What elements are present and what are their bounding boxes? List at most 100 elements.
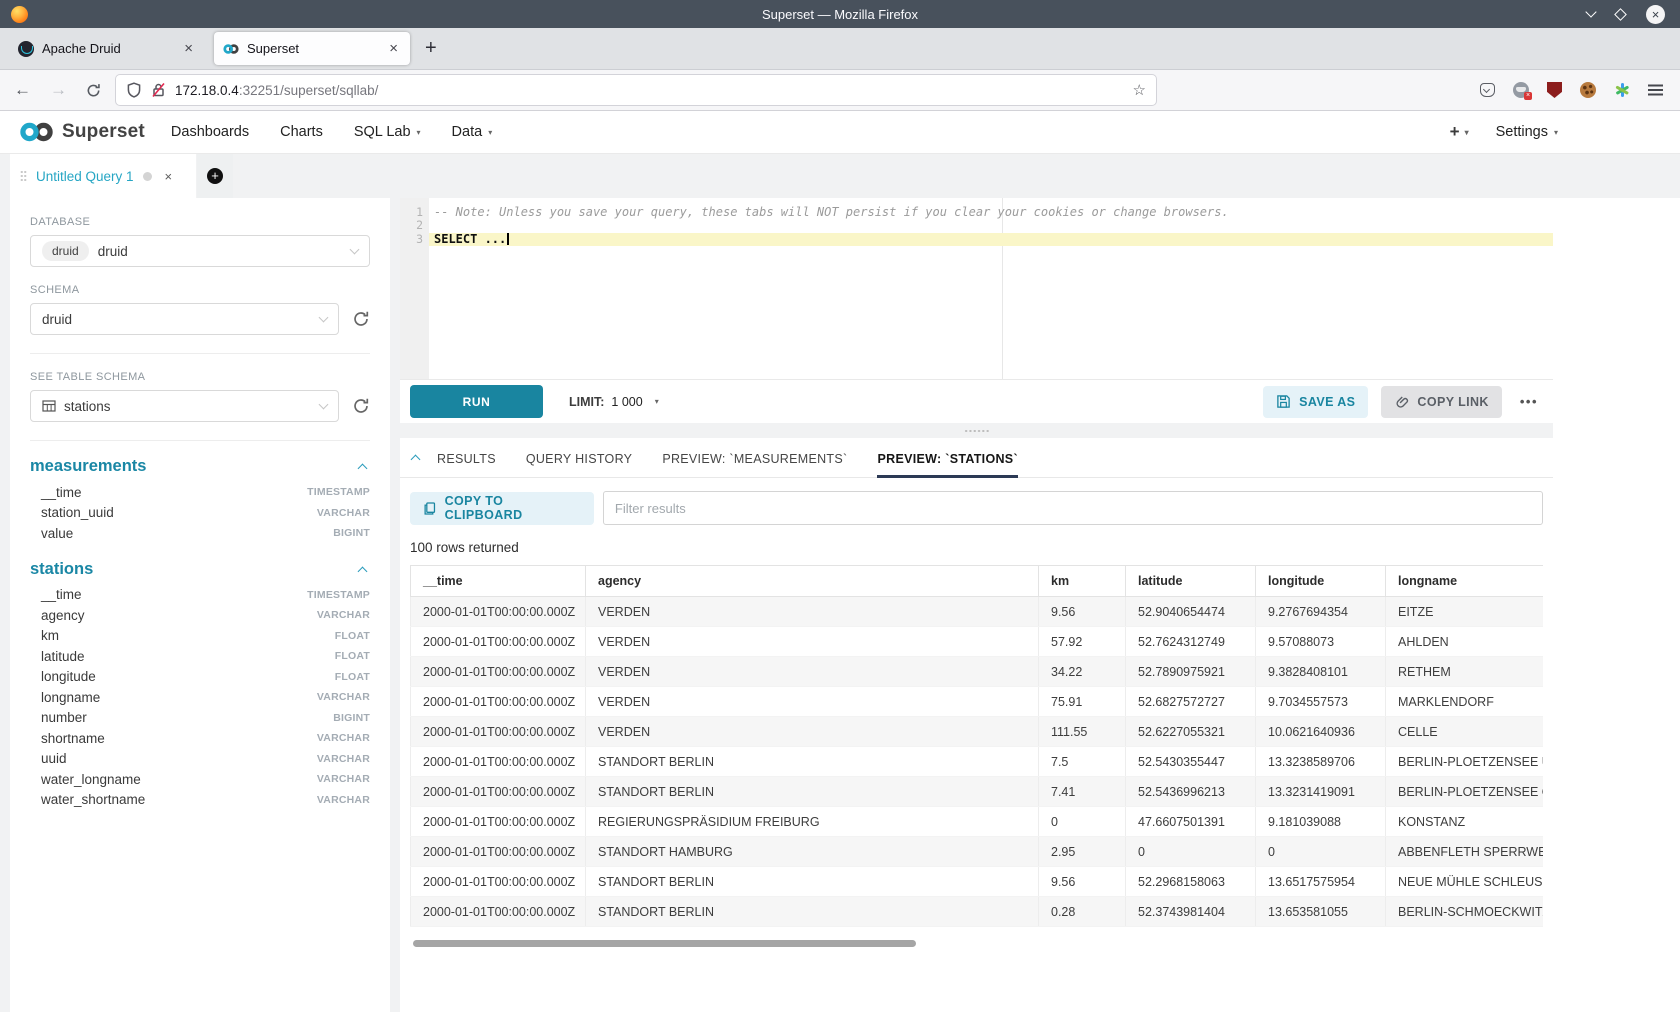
line-number: 2 <box>400 219 423 232</box>
results-tabs: RESULTS QUERY HISTORY PREVIEW: `MEASUREMEN… <box>400 438 1553 478</box>
table-cell: 0.28 <box>1039 897 1126 927</box>
url-bar[interactable]: 172.18.0.4:32251/superset/sqllab/ ☆ <box>116 75 1156 105</box>
nav-item-sql-lab[interactable]: SQL Lab▾ <box>354 124 421 140</box>
column-type: VARCHAR <box>317 507 370 519</box>
results-tab-results[interactable]: RESULTS <box>437 438 496 478</box>
nav-item-charts[interactable]: Charts <box>280 124 323 140</box>
table-header-row: __timeagencykmlatitudelongitudelongname <box>411 566 1544 597</box>
table-cell: 9.181039088 <box>1256 807 1386 837</box>
filter-results-input[interactable] <box>603 491 1543 525</box>
refresh-tables-icon[interactable] <box>352 397 370 415</box>
new-tab-button[interactable]: + <box>425 37 437 60</box>
browser-tab-superset[interactable]: Superset × <box>214 32 410 65</box>
results-table: __timeagencykmlatitudelongitudelongname … <box>410 565 1543 927</box>
query-tab-untitled-query-1[interactable]: Untitled Query 1 × <box>10 154 196 198</box>
url-text[interactable]: 172.18.0.4:32251/superset/sqllab/ <box>175 83 1133 98</box>
collapse-pane-icon[interactable] <box>411 455 421 465</box>
limit-value: 1 000 <box>611 395 642 409</box>
table-select[interactable]: stations <box>30 390 339 422</box>
column-type: FLOAT <box>335 671 370 683</box>
url-host: 172.18.0.4 <box>175 83 239 98</box>
save-as-button[interactable]: SAVE AS <box>1263 386 1368 418</box>
column-header-latitude[interactable]: latitude <box>1126 566 1256 597</box>
bookmark-star-icon[interactable]: ☆ <box>1133 81 1146 99</box>
database-select[interactable]: druid druid <box>30 235 370 267</box>
table-cell: 52.2968158063 <box>1126 867 1256 897</box>
editor-toolbar: RUN LIMIT: 1 000 ▾ SAVE AS COPY LI <box>400 379 1553 423</box>
results-tab-preview-stations[interactable]: PREVIEW: `STATIONS` <box>877 438 1017 478</box>
druid-favicon <box>18 41 34 57</box>
caret-down-icon: ▾ <box>488 128 492 137</box>
copy-to-clipboard-button[interactable]: COPY TO CLIPBOARD <box>410 492 594 525</box>
schema-select[interactable]: druid <box>30 303 339 335</box>
browser-tab-apache-druid[interactable]: Apache Druid × <box>9 32 205 65</box>
table-cell: STANDORT BERLIN <box>586 747 1039 777</box>
results-tab-preview-measurements[interactable]: PREVIEW: `MEASUREMENTS` <box>662 438 847 478</box>
column-header-longitude[interactable]: longitude <box>1256 566 1386 597</box>
column-type: VARCHAR <box>317 794 370 806</box>
table-schema-label: SEE TABLE SCHEMA <box>30 371 370 383</box>
column-header-km[interactable]: km <box>1039 566 1126 597</box>
table-row: 2000-01-01T00:00:00.000ZVERDEN75.9152.68… <box>411 687 1544 717</box>
nav-item-dashboards[interactable]: Dashboards <box>171 124 249 140</box>
pocket-icon[interactable] <box>1480 83 1495 97</box>
insecure-lock-icon[interactable] <box>151 82 166 98</box>
window-minimize-icon[interactable] <box>1585 6 1596 17</box>
copy-link-button[interactable]: COPY LINK <box>1381 386 1501 418</box>
link-icon <box>1394 394 1409 409</box>
sql-editor[interactable]: 123 -- Note: Unless you save your query,… <box>400 198 1553 379</box>
extension-mask-icon[interactable] <box>1513 82 1529 98</box>
new-query-tab-button[interactable]: + <box>197 154 233 198</box>
cookie-extension-icon[interactable] <box>1580 82 1596 98</box>
editor-body[interactable]: -- Note: Unless you save your query, the… <box>429 198 1553 379</box>
shield-icon[interactable] <box>126 82 142 98</box>
chevron-up-icon[interactable] <box>358 464 368 474</box>
forward-button[interactable]: → <box>50 80 67 100</box>
refresh-schema-icon[interactable] <box>352 310 370 328</box>
limit-dropdown[interactable]: LIMIT: 1 000 ▾ <box>569 395 659 409</box>
table-cell: 9.7034557573 <box>1256 687 1386 717</box>
save-as-label: SAVE AS <box>1299 395 1355 409</box>
column-header-time[interactable]: __time <box>411 566 586 597</box>
column-type: VARCHAR <box>317 691 370 703</box>
table-section-header[interactable]: stations <box>30 560 370 579</box>
tab-close-icon[interactable]: × <box>386 40 401 57</box>
superset-nav: Dashboards Charts SQL Lab▾ Data▾ <box>171 124 492 140</box>
column-row: water_longnameVARCHAR <box>30 769 370 790</box>
back-button[interactable]: ← <box>14 80 31 100</box>
tab-close-icon[interactable]: × <box>181 40 196 57</box>
extension-asterisk-icon[interactable] <box>1614 82 1630 98</box>
window-maximize-icon[interactable] <box>1614 8 1627 21</box>
window-close-icon[interactable]: × <box>1646 5 1665 24</box>
menu-hamburger-icon[interactable] <box>1648 89 1663 91</box>
table-cell: 2.95 <box>1039 837 1126 867</box>
ublock-shield-icon[interactable] <box>1547 82 1562 98</box>
column-header-agency[interactable]: agency <box>586 566 1039 597</box>
table-cell: 0 <box>1126 837 1256 867</box>
run-button[interactable]: RUN <box>410 385 543 418</box>
schema-tables: measurements__timeTIMESTAMPstation_uuidV… <box>30 457 370 810</box>
clipboard-icon <box>423 501 437 516</box>
text-cursor <box>507 233 509 245</box>
chevron-up-icon[interactable] <box>358 566 368 576</box>
pane-resizer[interactable] <box>400 423 1553 438</box>
reload-button[interactable] <box>86 83 101 98</box>
table-section-header[interactable]: measurements <box>30 457 370 476</box>
column-type: FLOAT <box>335 650 370 662</box>
more-options-icon[interactable]: ••• <box>1520 394 1538 409</box>
nav-item-data[interactable]: Data▾ <box>452 124 493 140</box>
table-row: 2000-01-01T00:00:00.000ZSTANDORT HAMBURG… <box>411 837 1544 867</box>
column-type: VARCHAR <box>317 732 370 744</box>
drag-handle-icon[interactable] <box>20 170 27 182</box>
column-header-longname[interactable]: longname <box>1386 566 1544 597</box>
horizontal-scrollbar[interactable] <box>413 940 916 947</box>
new-item-menu[interactable]: +▾ <box>1450 122 1469 142</box>
table-cell: BERLIN-SCHMOECKWITZ <box>1386 897 1544 927</box>
query-tab-close-icon[interactable]: × <box>165 169 173 184</box>
table-grid-icon <box>42 399 56 413</box>
superset-logo[interactable]: Superset <box>18 120 145 144</box>
settings-menu[interactable]: Settings▾ <box>1496 124 1558 140</box>
browser-toolbar: ← → 172.18.0.4:32251/superset/sqllab/ ☆ <box>0 70 1680 111</box>
results-tab-query-history[interactable]: QUERY HISTORY <box>526 438 632 478</box>
table-cell: 2000-01-01T00:00:00.000Z <box>411 627 586 657</box>
